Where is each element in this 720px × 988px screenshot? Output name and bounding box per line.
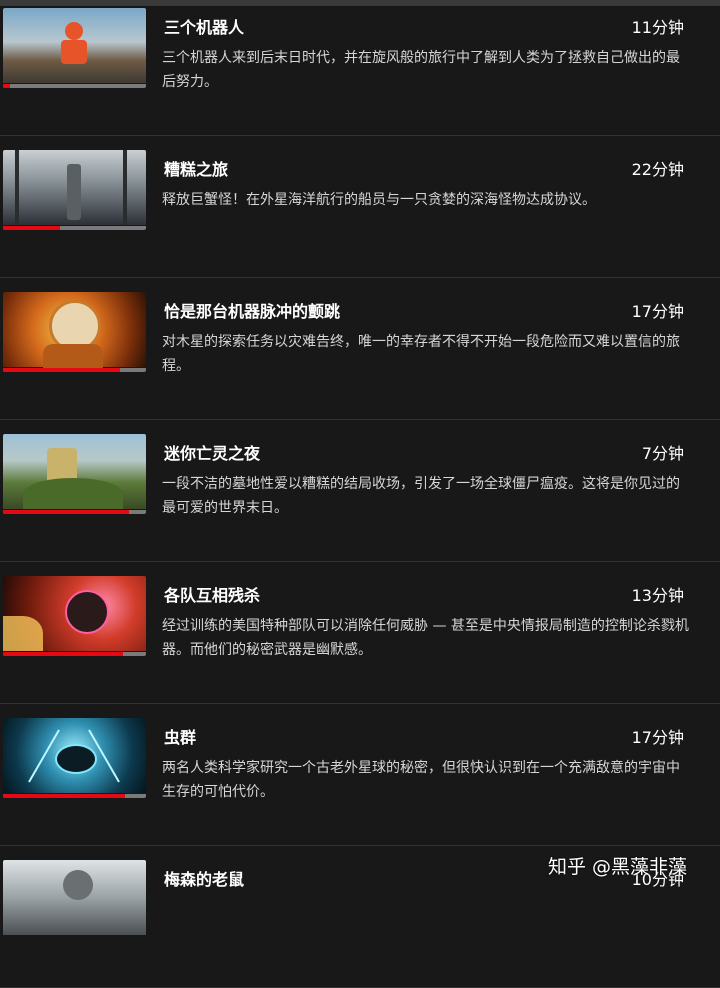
episode-item[interactable]: 三个机器人 11分钟 三个机器人来到后末日时代，并在旋风般的旅行中了解到人类为了… — [0, 0, 720, 136]
episode-duration: 7分钟 — [641, 444, 684, 463]
episode-duration: 22分钟 — [631, 160, 684, 179]
episode-item[interactable]: 虫群 17分钟 两名人类科学家研究一个古老外星球的秘密，但很快认识到在一个充满敌… — [0, 704, 720, 846]
episode-item[interactable]: 迷你亡灵之夜 7分钟 一段不洁的墓地性爱以糟糕的结局收场，引发了一场全球僵尸瘟疫… — [0, 420, 720, 562]
watermark: 知乎 @黑藻非藻 — [548, 856, 688, 878]
thumbnail-image — [3, 8, 146, 83]
progress-track — [3, 84, 146, 88]
progress-fill — [3, 510, 129, 514]
thumbnail-image — [3, 292, 146, 368]
progress-fill — [3, 226, 61, 230]
episode-duration: 13分钟 — [631, 586, 684, 605]
episode-title: 虫群 — [164, 728, 197, 747]
episode-item[interactable]: 各队互相残杀 13分钟 经过训练的美国特种部队可以消除任何威胁 — 甚至是中央情… — [0, 562, 720, 704]
episode-description: 释放巨蟹怪！在外星海洋航行的船员与一只贪婪的深海怪物达成协议。 — [162, 192, 596, 208]
episode-thumbnail[interactable] — [3, 292, 146, 372]
episode-description: 三个机器人来到后末日时代，并在旋风般的旅行中了解到人类为了拯救自己做出的最后努力… — [162, 50, 680, 90]
thumbnail-image — [3, 434, 146, 509]
episode-description: 经过训练的美国特种部队可以消除任何威胁 — 甚至是中央情报局制造的控制论杀戮机器… — [162, 618, 689, 658]
episode-thumbnail[interactable] — [3, 860, 146, 940]
progress-fill — [3, 368, 121, 372]
progress-fill — [3, 84, 11, 88]
episode-title: 三个机器人 — [164, 18, 245, 37]
progress-track — [3, 368, 146, 372]
episode-thumbnail[interactable] — [3, 150, 146, 230]
episode-description: 对木星的探索任务以灾难告终，唯一的幸存者不得不开始一段危险而又难以置信的旅程。 — [162, 334, 680, 374]
episode-description: 一段不洁的墓地性爱以糟糕的结局收场，引发了一场全球僵尸瘟疫。这将是你见过的最可爱… — [162, 476, 680, 516]
episode-title: 迷你亡灵之夜 — [164, 444, 261, 463]
episode-duration: 11分钟 — [631, 18, 684, 37]
progress-track — [3, 794, 146, 798]
episode-thumbnail[interactable] — [3, 434, 146, 514]
progress-fill — [3, 652, 124, 656]
episode-duration: 17分钟 — [631, 302, 684, 321]
episode-title: 糟糕之旅 — [164, 160, 229, 179]
episode-title: 恰是那台机器脉冲的颤跳 — [164, 302, 341, 321]
episode-description: 两名人类科学家研究一个古老外星球的秘密，但很快认识到在一个充满敌意的宇宙中生存的… — [162, 760, 680, 800]
episode-thumbnail[interactable] — [3, 576, 146, 656]
thumbnail-image — [3, 150, 146, 225]
episode-thumbnail[interactable] — [3, 718, 146, 798]
progress-track — [3, 652, 146, 656]
episode-item[interactable]: 糟糕之旅 22分钟 释放巨蟹怪！在外星海洋航行的船员与一只贪婪的深海怪物达成协议… — [0, 136, 720, 278]
progress-track — [3, 510, 146, 514]
episode-item[interactable]: 恰是那台机器脉冲的颤跳 17分钟 对木星的探索任务以灾难告终，唯一的幸存者不得不… — [0, 278, 720, 420]
thumbnail-image — [3, 718, 146, 793]
episode-thumbnail[interactable] — [3, 8, 146, 88]
episode-title: 各队互相残杀 — [164, 586, 261, 605]
episode-title: 梅森的老鼠 — [164, 870, 245, 889]
thumbnail-image — [3, 576, 146, 651]
episode-list: 三个机器人 11分钟 三个机器人来到后末日时代，并在旋风般的旅行中了解到人类为了… — [0, 0, 720, 988]
progress-fill — [3, 794, 125, 798]
episode-duration: 17分钟 — [631, 728, 684, 747]
progress-track — [3, 226, 146, 230]
